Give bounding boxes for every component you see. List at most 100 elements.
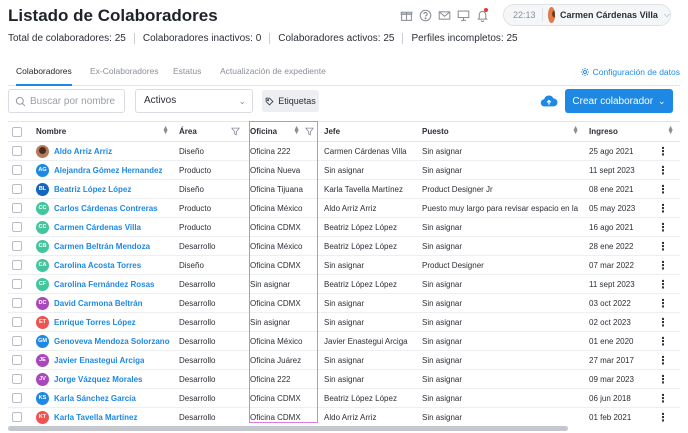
tab-colaboradores[interactable]: Colaboradores xyxy=(16,64,72,86)
collaborator-name-link[interactable]: Aldo Arriz Arriz xyxy=(54,147,112,156)
row-checkbox[interactable] xyxy=(12,260,22,270)
status-select-value: Activos xyxy=(144,95,177,106)
collaborator-name-link[interactable]: Carlos Cárdenas Contreras xyxy=(54,204,158,213)
stat-active: Colaboradores activos: 25 xyxy=(269,33,402,44)
column-header-label: Puesto xyxy=(422,127,449,136)
table-row[interactable]: JV Jorge Vázquez Morales Desarrollo Oficina… xyxy=(8,369,680,389)
collaborator-name-link[interactable]: Javier Enastegui Arciga xyxy=(54,356,144,365)
row-actions-menu-icon[interactable]: ⋮ xyxy=(646,236,680,256)
row-actions-menu-icon[interactable]: ⋮ xyxy=(646,141,680,161)
column-header-start[interactable]: Ingreso xyxy=(585,121,646,142)
select-all-checkbox[interactable] xyxy=(12,126,22,137)
tab-actualizacion-expediente[interactable]: Actualización de expediente xyxy=(220,64,326,86)
filter-icon[interactable] xyxy=(305,127,314,136)
table-row[interactable]: KT Karla Tavella Martínez Desarrollo Oficin… xyxy=(8,407,680,426)
column-header-area[interactable]: Área xyxy=(175,121,246,142)
tab-ex-colaboradores[interactable]: Ex-Colaboradores xyxy=(90,64,159,86)
row-actions-menu-icon[interactable]: ⋮ xyxy=(646,350,680,370)
table-row[interactable]: CC Carmen Cárdenas Villa Producto Oficina C… xyxy=(8,217,680,237)
collaborator-name-link[interactable]: Enrique Torres López xyxy=(54,318,136,327)
table-row[interactable]: KS Karla Sánchez García Desarrollo Oficina … xyxy=(8,388,680,408)
sort-icon[interactable]: ▲ ▼ xyxy=(572,125,579,136)
row-actions-menu-icon[interactable]: ⋮ xyxy=(646,198,680,218)
row-actions-menu-icon[interactable]: ⋮ xyxy=(646,179,680,199)
row-actions-menu-icon[interactable]: ⋮ xyxy=(646,217,680,237)
start-date-cell: 05 may 2023 xyxy=(585,198,646,218)
search-input[interactable] xyxy=(30,95,120,107)
collaborator-name-link[interactable]: Carmen Cárdenas Villa xyxy=(54,223,141,232)
table-row[interactable]: CC Carlos Cárdenas Contreras Producto Ofici… xyxy=(8,198,680,218)
column-header-office[interactable]: Oficina ▲ ▼ xyxy=(246,121,320,142)
row-checkbox[interactable] xyxy=(12,184,22,194)
horizontal-scrollbar[interactable] xyxy=(8,426,568,431)
row-actions-menu-icon[interactable]: ⋮ xyxy=(646,293,680,313)
row-actions-menu-icon[interactable]: ⋮ xyxy=(646,274,680,294)
create-collaborator-button[interactable]: Crear colaborador ⌄ xyxy=(565,89,673,113)
row-checkbox[interactable] xyxy=(12,412,22,422)
row-checkbox[interactable] xyxy=(12,222,22,232)
bell-icon[interactable] xyxy=(474,7,490,23)
table-row[interactable]: CA Carolina Acosta Torres Diseño Oficina CD… xyxy=(8,255,680,275)
collaborator-name-link[interactable]: David Carmona Beltrán xyxy=(54,299,142,308)
row-checkbox[interactable] xyxy=(12,203,22,213)
start-date-cell: 11 sept 2023 xyxy=(585,160,646,180)
row-checkbox[interactable] xyxy=(12,317,22,327)
position-cell: Sin asignar xyxy=(418,141,585,161)
table-row[interactable]: CB Carmen Beltrán Mendoza Desarrollo Oficin… xyxy=(8,236,680,256)
help-icon[interactable] xyxy=(417,7,433,23)
mail-icon[interactable] xyxy=(436,7,452,23)
row-actions-menu-icon[interactable]: ⋮ xyxy=(646,407,680,426)
collaborator-name-link[interactable]: Karla Tavella Martínez xyxy=(54,413,137,422)
collaborator-name-link[interactable]: Carmen Beltrán Mendoza xyxy=(54,242,150,251)
row-actions-menu-icon[interactable]: ⋮ xyxy=(646,160,680,180)
sort-icon[interactable]: ▲ ▼ xyxy=(293,125,300,136)
row-actions-menu-icon[interactable]: ⋮ xyxy=(646,312,680,332)
collaborator-name-link[interactable]: Karla Sánchez García xyxy=(54,394,136,403)
filter-icon[interactable] xyxy=(231,127,240,136)
table-row[interactable]: GM Genoveva Mendoza Solorzano Desarrollo Of… xyxy=(8,331,680,351)
office-cell: Oficina CDMX xyxy=(246,217,320,237)
row-checkbox[interactable] xyxy=(12,241,22,251)
column-header-boss[interactable]: Jefe xyxy=(320,121,418,142)
row-checkbox[interactable] xyxy=(12,279,22,289)
tab-estatus[interactable]: Estatus xyxy=(173,64,201,86)
collaborator-name-link[interactable]: Beatriz López López xyxy=(54,185,131,194)
table-row[interactable]: AG Alejandra Gómez Hernandez Producto Ofici… xyxy=(8,160,680,180)
table-row[interactable]: Aldo Arriz Arriz Diseño Oficina 222 Carmen … xyxy=(8,141,680,161)
row-actions-menu-icon[interactable]: ⋮ xyxy=(646,369,680,389)
column-header-name[interactable]: Nombre ▲ ▼ xyxy=(32,121,175,142)
table-row[interactable]: DC David Carmona Beltrán Desarrollo Oficina… xyxy=(8,293,680,313)
chevron-down-icon: ⌄ xyxy=(238,96,246,106)
column-header-label: Área xyxy=(179,127,197,136)
row-checkbox[interactable] xyxy=(12,165,22,175)
collaborator-name-link[interactable]: Alejandra Gómez Hernandez xyxy=(54,166,162,175)
collaborator-name-link[interactable]: Carolina Fernández Rosas xyxy=(54,280,154,289)
table-row[interactable]: ET Enrique Torres López Desarrollo Sin asig… xyxy=(8,312,680,332)
collaborator-name-link[interactable]: Carolina Acosta Torres xyxy=(54,261,141,270)
row-checkbox[interactable] xyxy=(12,298,22,308)
gift-icon[interactable] xyxy=(398,7,414,23)
row-checkbox[interactable] xyxy=(12,355,22,365)
sort-icon[interactable]: ▲ ▼ xyxy=(667,125,674,136)
row-checkbox[interactable] xyxy=(12,336,22,346)
table-row[interactable]: CF Carolina Fernández Rosas Desarrollo Sin … xyxy=(8,274,680,294)
config-link[interactable]: Configuración de datos xyxy=(580,67,680,77)
row-actions-menu-icon[interactable]: ⋮ xyxy=(646,331,680,351)
search-field[interactable] xyxy=(8,89,125,113)
table-row[interactable]: JE Javier Enastegui Arciga Desarrollo Ofici… xyxy=(8,350,680,370)
collaborator-name-link[interactable]: Jorge Vázquez Morales xyxy=(54,375,142,384)
tags-button[interactable]: Etiquetas xyxy=(262,90,319,112)
column-header-position[interactable]: Puesto ▲ ▼ xyxy=(418,121,585,142)
row-checkbox[interactable] xyxy=(12,393,22,403)
row-actions-menu-icon[interactable]: ⋮ xyxy=(646,255,680,275)
row-checkbox[interactable] xyxy=(12,374,22,384)
collaborator-name-link[interactable]: Genoveva Mendoza Solorzano xyxy=(54,337,170,346)
sort-icon[interactable]: ▲ ▼ xyxy=(162,125,169,136)
user-menu[interactable]: 22:13 Carmen Cárdenas Villa ⌵ xyxy=(503,4,671,26)
presentation-icon[interactable] xyxy=(455,7,471,23)
cloud-upload-icon[interactable] xyxy=(540,93,558,109)
row-checkbox[interactable] xyxy=(12,146,22,156)
status-select[interactable]: Activos ⌄ xyxy=(135,89,253,113)
row-actions-menu-icon[interactable]: ⋮ xyxy=(646,388,680,408)
table-row[interactable]: BL Beatriz López López Diseño Oficina Tijua… xyxy=(8,179,680,199)
